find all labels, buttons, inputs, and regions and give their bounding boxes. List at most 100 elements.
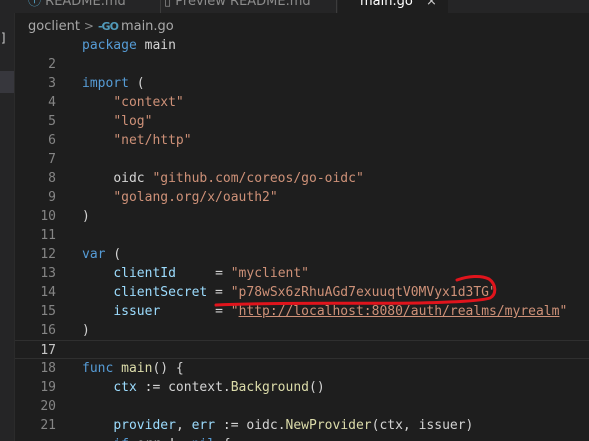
code-text: if err != nil { [82, 435, 231, 441]
code-line[interactable]: 21 provider, err := oidc.NewProvider(ctx… [15, 416, 589, 435]
code-line[interactable]: if err != nil { [15, 435, 589, 441]
code-token: "golang.org/x/oauth2" [113, 190, 278, 205]
tab-main-go[interactable]: main.go × [338, 0, 448, 13]
code-token: ( [128, 76, 145, 91]
code-token: { [215, 437, 231, 441]
code-token: main [121, 361, 153, 376]
line-number: 2 [48, 57, 56, 72]
line-number: 21 [40, 418, 56, 433]
code-text: provider, err := oidc.NewProvider(ctx, i… [82, 416, 473, 435]
code-token: import [82, 76, 129, 91]
code-token: err != [129, 437, 192, 441]
code-line[interactable]: 7 [15, 150, 589, 169]
tab-preview-readme[interactable]: ▯ Preview README.md [164, 0, 334, 13]
breadcrumb-file[interactable]: main.go [121, 19, 174, 34]
line-number: 13 [40, 266, 56, 281]
line-number: 9 [48, 190, 56, 205]
tab-label: main.go [360, 0, 413, 9]
code-text: "golang.org/x/oauth2" [82, 188, 278, 207]
code-line[interactable]: 13 clientId = "myclient" [15, 264, 589, 283]
line-number: 4 [48, 95, 56, 110]
code-text: ctx := context.Background() [82, 378, 325, 397]
code-text: issuer = "http://localhost:8080/auth/rea… [82, 302, 567, 321]
code-token: := context. [136, 380, 231, 395]
code-text: "context" [82, 93, 184, 112]
code-line[interactable]: 12 var ( [15, 245, 589, 264]
code-token: issuer [113, 304, 161, 319]
line-number: 19 [40, 380, 56, 395]
code-token: http://localhost:8080/auth/realms/myreal… [238, 304, 560, 319]
code-line[interactable]: 2 [15, 55, 589, 74]
line-number: 12 [40, 247, 56, 262]
code-token: clientId [113, 266, 176, 281]
code-token: provider [113, 418, 176, 433]
line-number: 10 [40, 209, 56, 224]
code-token: if [113, 437, 129, 441]
code-line[interactable]: 9 "golang.org/x/oauth2" [15, 188, 589, 207]
close-icon[interactable]: × [426, 0, 437, 13]
code-text: import ( [82, 74, 145, 93]
explorer-bracket: ] [0, 31, 8, 45]
code-line[interactable]: 8 oidc "github.com/coreos/go-oidc" [15, 169, 589, 188]
code-text: oidc "github.com/coreos/go-oidc" [82, 169, 364, 188]
code-token: var [82, 247, 106, 262]
code-line[interactable]: 20 [15, 397, 589, 416]
code-token: = [207, 285, 231, 300]
line-number: 3 [48, 76, 56, 91]
line-number: 11 [40, 228, 56, 243]
code-line[interactable]: package main [15, 36, 589, 55]
line-number: 14 [40, 285, 56, 300]
code-line[interactable]: 16) [15, 321, 589, 340]
code-line[interactable]: 17 [15, 340, 589, 359]
code-token: package [82, 38, 137, 53]
code-token: () [309, 380, 325, 395]
code-token: ( [105, 247, 122, 262]
code-line[interactable]: 10) [15, 207, 589, 226]
code-token: "github.com/coreos/go-oidc" [152, 171, 364, 186]
code-token: "myclient" [230, 266, 310, 281]
code-line[interactable]: 15 issuer = "http://localhost:8080/auth/… [15, 302, 589, 321]
code-line[interactable]: 6 "net/http" [15, 131, 589, 150]
line-number: 5 [48, 114, 56, 129]
explorer-selected-row[interactable] [0, 71, 14, 93]
code-editor[interactable]: package main 2 3 import (4 "context" 5 "log"… [15, 37, 589, 441]
tab-divider [160, 0, 161, 13]
tab-label: README.md [45, 0, 126, 9]
code-token: clientSecret [113, 285, 208, 300]
code-token: "net/http" [113, 133, 192, 148]
line-number: 7 [48, 152, 56, 167]
tab-divider [336, 0, 337, 13]
code-token: " [559, 304, 568, 319]
code-text: "net/http" [82, 131, 192, 150]
tab-readme[interactable]: ⓘ README.md [28, 0, 158, 13]
line-number: 16 [40, 323, 56, 338]
code-token: = [175, 266, 231, 281]
line-number: 15 [40, 304, 56, 319]
code-token: " [230, 304, 239, 319]
code-line[interactable]: 14 clientSecret = "p78wSx6zRhuAGd7exuuqt… [15, 283, 589, 302]
code-line[interactable]: 5 "log" [15, 112, 589, 131]
code-line[interactable]: 19 ctx := context.Background() [15, 378, 589, 397]
code-token: main [136, 38, 176, 53]
breadcrumb-folder[interactable]: goclient [28, 19, 80, 34]
preview-icon: ▯ [164, 0, 172, 9]
code-token: err [191, 418, 216, 433]
code-line[interactable]: 4 "context" [15, 93, 589, 112]
code-line[interactable]: 18 func main() { [15, 359, 589, 378]
line-number: 17 [40, 343, 56, 358]
code-token: := oidc. [215, 418, 286, 433]
code-token: "context" [113, 95, 184, 110]
code-token: "p78wSx6zRhuAGd7exuuqtV0MVyx1d3TG" [230, 285, 497, 300]
code-line[interactable]: 11 [15, 226, 589, 245]
code-line[interactable]: 3 import ( [15, 74, 589, 93]
breadcrumb: goclient > -GO main.go [28, 15, 174, 37]
editor-tab-bar: ⓘ README.md ▯ Preview README.md main.go … [0, 0, 589, 13]
